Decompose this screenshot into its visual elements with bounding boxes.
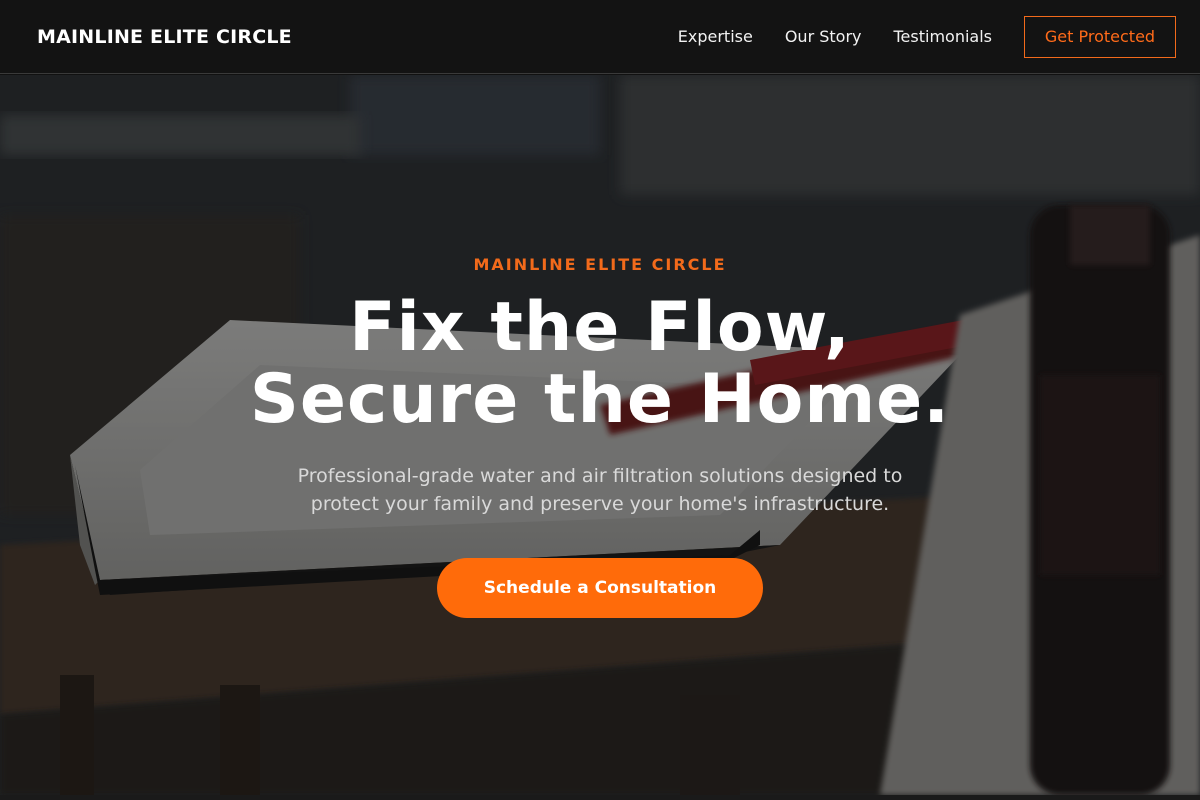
hero-headline-line2: Secure the Home. xyxy=(249,360,951,439)
hero-headline-line1: Fix the Flow, xyxy=(349,288,851,367)
page-bottom-edge xyxy=(0,795,1200,800)
nav-links: Expertise Our Story Testimonials Get Pro… xyxy=(646,15,1176,58)
hero-section: MAINLINE ELITE CIRCLE Fix the Flow, Secu… xyxy=(0,75,1200,795)
get-protected-button[interactable]: Get Protected xyxy=(1024,15,1176,58)
nav-link-our-story[interactable]: Our Story xyxy=(785,27,862,46)
nav-link-expertise[interactable]: Expertise xyxy=(678,27,753,46)
hero-headline: Fix the Flow, Secure the Home. xyxy=(250,292,950,436)
nav-link-testimonials[interactable]: Testimonials xyxy=(894,27,993,46)
brand-logo-text[interactable]: MAINLINE ELITE CIRCLE xyxy=(37,26,292,48)
hero-eyebrow: MAINLINE ELITE CIRCLE xyxy=(473,255,727,274)
hero-content: MAINLINE ELITE CIRCLE Fix the Flow, Secu… xyxy=(0,75,1200,795)
schedule-consultation-button[interactable]: Schedule a Consultation xyxy=(437,558,763,618)
top-navigation: MAINLINE ELITE CIRCLE Expertise Our Stor… xyxy=(0,0,1200,74)
hero-subtitle: Professional-grade water and air filtrat… xyxy=(297,465,903,515)
